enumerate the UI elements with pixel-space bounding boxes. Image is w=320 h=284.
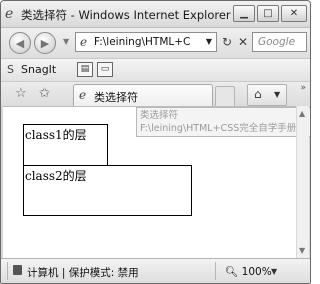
class1-layer: class1的层 (23, 124, 108, 166)
tab-label: 类选择符 (94, 91, 138, 104)
snagit-icon[interactable]: S (7, 63, 14, 76)
home-icon: ⌂ (254, 87, 262, 101)
forward-button[interactable]: ▶ (34, 32, 56, 54)
new-tab-button[interactable] (215, 86, 235, 106)
tooltip-title: 类选择符 (140, 110, 179, 121)
minimize-button[interactable]: ▁ (233, 5, 255, 22)
ie-logo-icon: e (5, 6, 14, 22)
home-dropdown-icon[interactable]: ▼ (274, 90, 280, 99)
status-divider (7, 262, 8, 280)
class1-layer-text: class1的层 (25, 128, 87, 142)
vertical-scrollbar[interactable]: ▲ ▼ (296, 106, 309, 258)
maximize-button[interactable]: □ (257, 5, 279, 22)
favorites-star-icon[interactable]: ☆ (15, 86, 27, 101)
navigation-bar: ◀ ▶ ▼ e F:\leining\HTML+C ▼ ↻ ✕ Google (1, 28, 310, 58)
address-dropdown-icon[interactable]: ▼ (206, 37, 212, 46)
more-tools-chevron-icon[interactable]: » (300, 83, 306, 93)
window-controls: ▁ □ ✕ (233, 5, 307, 22)
tab-tooltip: 类选择符 F:\leining\HTML+CSS完全自学手册\ (136, 107, 310, 137)
zoom-level[interactable]: 🔍︎ 100% (225, 265, 272, 278)
stop-icon: ✕ (237, 35, 249, 49)
snagit-button[interactable]: SnagIt (21, 63, 56, 76)
zoom-dropdown-icon[interactable]: ▼ (271, 267, 277, 276)
zoom-value: 100% (241, 266, 272, 278)
forward-arrow-icon: ▶ (40, 36, 50, 50)
back-arrow-icon: ◀ (15, 36, 25, 50)
tooltip-path: F:\leining\HTML+CSS完全自学手册\ (140, 123, 300, 134)
security-zone-text[interactable]: 计算机 | 保护模式: 禁用 (27, 265, 139, 280)
address-bar[interactable]: e F:\leining\HTML+C ▼ (75, 32, 217, 52)
capture-window-icon[interactable]: ▤ (77, 62, 93, 77)
tab-bar: ☆ ✩ e 类选择符 ⌂ ▼ » (1, 81, 310, 106)
close-button[interactable]: ✕ (281, 5, 307, 22)
computer-zone-icon (13, 265, 22, 275)
scroll-up-arrow-icon[interactable]: ▲ (299, 109, 305, 118)
snagit-toolbar: S SnagIt ▤ ▭ (1, 58, 310, 81)
browser-window: e 类选择符 - Windows Internet Explorer ▁ □ ✕… (0, 0, 311, 284)
tab-page-icon: e (79, 88, 87, 102)
title-bar: e 类选择符 - Windows Internet Explorer ▁ □ ✕ (1, 1, 310, 28)
scroll-down-arrow-icon[interactable]: ▼ (299, 246, 305, 255)
recent-pages-dropdown-icon[interactable]: ▼ (63, 37, 69, 46)
status-divider (215, 262, 216, 280)
status-bar: 计算机 | 保护模式: 禁用 🔍︎ 100% ▼ (1, 258, 310, 283)
refresh-icon: ↻ (221, 35, 233, 49)
tab-active[interactable]: e 类选择符 (73, 84, 213, 106)
page-icon: e (80, 35, 88, 49)
stop-button[interactable]: ✕ (234, 33, 252, 51)
home-button[interactable]: ⌂ ▼ (247, 84, 287, 106)
address-input[interactable]: F:\leining\HTML+C (94, 36, 198, 48)
search-input[interactable]: Google (258, 36, 295, 48)
class2-layer-text: class2的层 (25, 169, 87, 183)
window-title: 类选择符 - Windows Internet Explorer (21, 8, 231, 22)
page-content: class1的层 class2的层 类选择符 F:\leining\HTML+C… (3, 106, 310, 259)
search-box[interactable]: Google (252, 32, 307, 52)
class2-layer: class2的层 (23, 165, 192, 216)
capture-options-icon[interactable]: ▭ (97, 62, 113, 77)
add-favorites-icon[interactable]: ✩ (39, 86, 50, 101)
back-button[interactable]: ◀ (9, 32, 31, 54)
